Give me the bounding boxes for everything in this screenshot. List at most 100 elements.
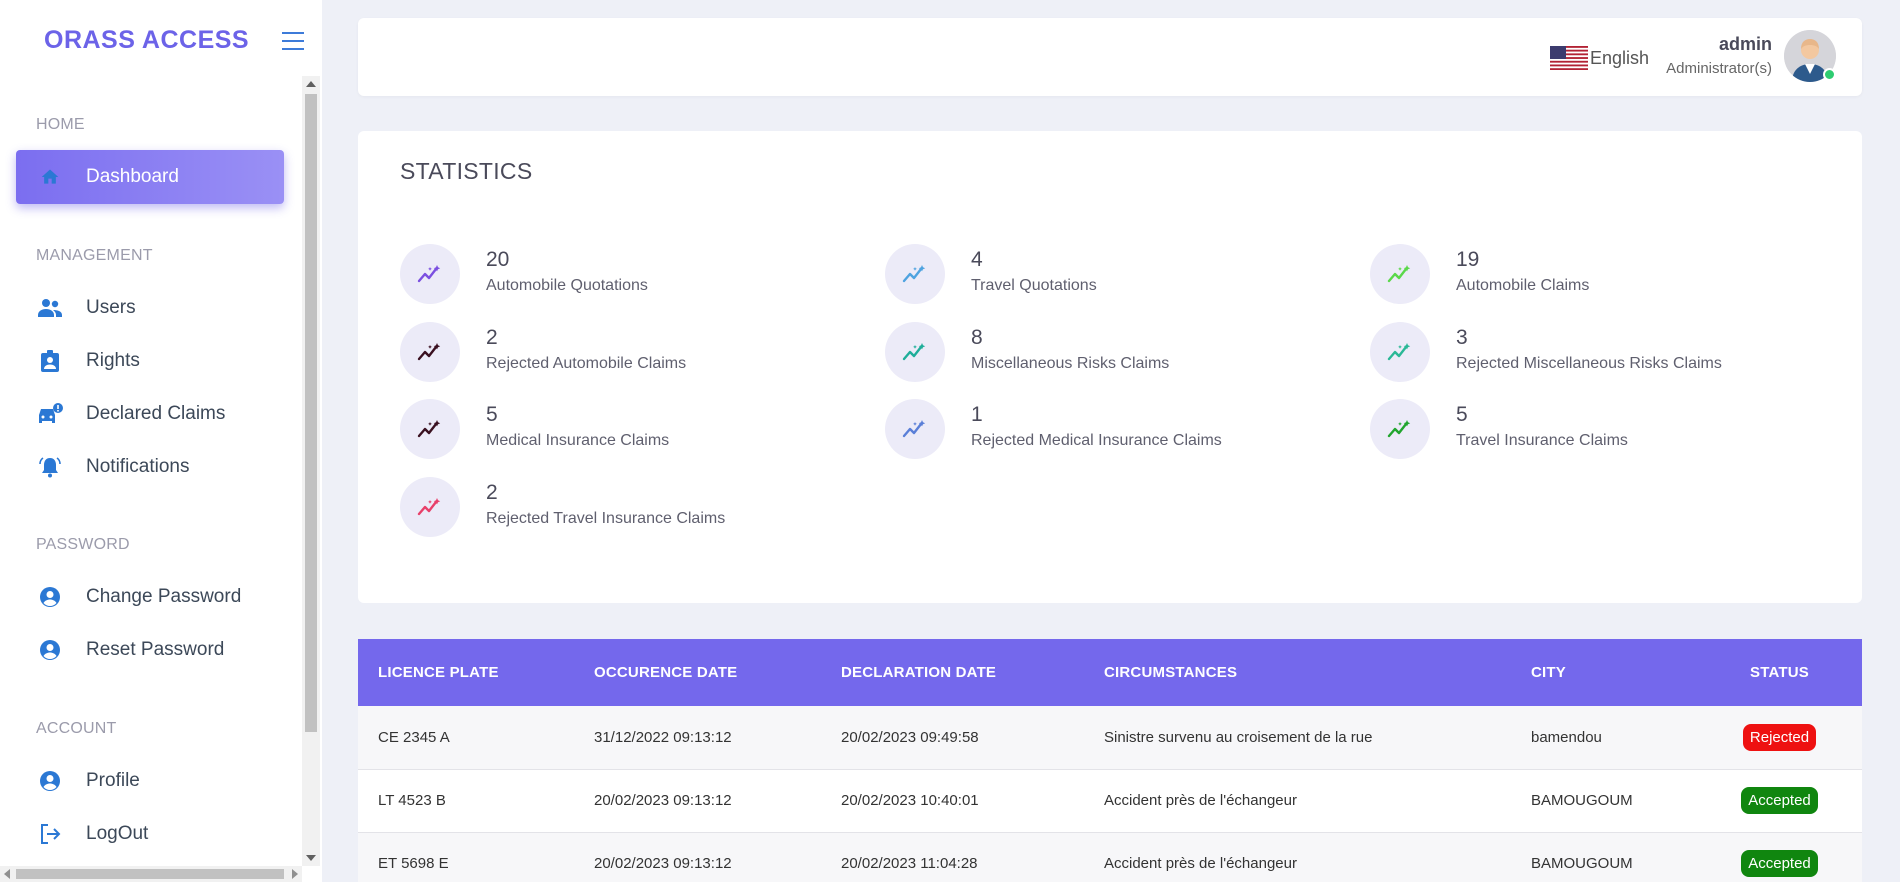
stat-label: Miscellaneous Risks Claims <box>971 355 1170 372</box>
sidebar-item-declared-claims[interactable]: Declared Claims <box>16 387 284 441</box>
bell-icon <box>36 453 64 481</box>
cell-city: BAMOUGOUM <box>1531 855 1633 872</box>
stat-value: 5 <box>1456 403 1468 426</box>
account-circle-icon <box>36 583 64 611</box>
sidebar-horizontal-scrollbar[interactable] <box>0 866 302 882</box>
sidebar-item-label: Profile <box>86 770 140 791</box>
column-header-occurence-date[interactable]: OCCURENCE DATE <box>574 639 821 706</box>
sidebar-item-label: Users <box>86 297 136 318</box>
stat-item: 3 Rejected Miscellaneous Risks Claims <box>1328 322 1748 384</box>
table-row[interactable]: ET 5698 E 20/02/2023 09:13:12 20/02/2023 1… <box>358 832 1862 882</box>
scroll-right-icon[interactable] <box>292 869 298 879</box>
cell-status: Accepted <box>1697 769 1862 832</box>
account-circle-icon <box>36 636 64 664</box>
trending-up-icon <box>1370 399 1430 459</box>
sidebar-item-change-password[interactable]: Change Password <box>16 570 284 624</box>
sidebar-item-logout[interactable]: LogOut <box>16 807 284 861</box>
trending-up-icon <box>885 244 945 304</box>
language-selector[interactable]: English <box>1550 46 1649 70</box>
cell-status: Rejected <box>1697 706 1862 769</box>
statistics-card: STATISTICS 20 Automobile Quotations 4 Trave… <box>358 131 1862 603</box>
status-badge[interactable]: Accepted <box>1741 787 1818 814</box>
stat-item: 2 Rejected Travel Insurance Claims <box>358 477 778 539</box>
car-alert-icon <box>36 400 64 428</box>
sidebar-item-label: Rights <box>86 350 140 371</box>
cell-status: Accepted <box>1697 832 1862 882</box>
scroll-up-icon[interactable] <box>306 81 316 87</box>
sidebar-item-reset-password[interactable]: Reset Password <box>16 623 284 677</box>
sidebar-vertical-scrollbar[interactable] <box>302 76 320 866</box>
scrollbar-thumb[interactable] <box>305 94 317 732</box>
statistics-title: STATISTICS <box>400 158 533 184</box>
sidebar-item-label: Reset Password <box>86 639 225 660</box>
stat-label: Rejected Travel Insurance Claims <box>486 510 726 527</box>
column-header-licence-plate[interactable]: LICENCE PLATE <box>358 639 574 706</box>
column-header-circumstances[interactable]: CIRCUMSTANCES <box>1084 639 1511 706</box>
stat-item: 1 Rejected Medical Insurance Claims <box>843 399 1263 461</box>
cell-licence-plate: ET 5698 E <box>378 855 449 872</box>
sidebar-item-label: Dashboard <box>86 166 179 187</box>
stat-value: 1 <box>971 403 983 426</box>
trending-up-icon <box>400 244 460 304</box>
cell-declaration-date: 20/02/2023 09:49:58 <box>841 728 979 746</box>
column-header-declaration-date[interactable]: DECLARATION DATE <box>821 639 1084 706</box>
section-title-home: HOME <box>36 116 85 133</box>
cell-circumstances: Accident près de l'échangeur <box>1104 855 1297 872</box>
stat-value: 8 <box>971 326 983 349</box>
stat-value: 5 <box>486 403 498 426</box>
column-header-city[interactable]: CITY <box>1511 639 1697 706</box>
brand-logo[interactable]: ORASS ACCESS <box>44 26 249 55</box>
cell-circumstances: Accident près de l'échangeur <box>1104 792 1297 809</box>
stat-value: 20 <box>486 248 510 271</box>
scrollbar-thumb[interactable] <box>16 869 284 879</box>
sidebar-item-dashboard[interactable]: Dashboard <box>16 150 284 204</box>
section-title-password: PASSWORD <box>36 536 130 553</box>
trending-up-icon <box>400 322 460 382</box>
logout-icon <box>36 820 64 848</box>
stat-item: 5 Travel Insurance Claims <box>1328 399 1748 461</box>
sidebar-item-label: Declared Claims <box>86 403 226 424</box>
online-status-dot <box>1823 68 1836 81</box>
language-label: English <box>1590 47 1650 68</box>
stat-value: 2 <box>486 481 498 504</box>
section-title-account: ACCOUNT <box>36 720 117 737</box>
home-icon <box>36 163 64 191</box>
sidebar-item-users[interactable]: Users <box>16 281 284 335</box>
scroll-left-icon[interactable] <box>4 869 10 879</box>
menu-toggle-icon[interactable] <box>282 32 304 52</box>
cell-circumstances: Sinistre survenu au croisement de la rue <box>1104 728 1373 746</box>
cell-occurence-date: 20/02/2023 09:13:12 <box>594 855 732 872</box>
trending-up-icon <box>885 322 945 382</box>
stat-label: Automobile Quotations <box>486 277 648 294</box>
trending-up-icon <box>400 399 460 459</box>
column-header-status[interactable]: STATUS <box>1697 639 1862 706</box>
stat-label: Rejected Miscellaneous Risks Claims <box>1456 355 1722 372</box>
trending-up-icon <box>1370 244 1430 304</box>
stat-value: 19 <box>1456 248 1480 271</box>
sidebar-item-profile[interactable]: Profile <box>16 754 284 808</box>
stat-item: 8 Miscellaneous Risks Claims <box>843 322 1263 384</box>
sidebar-item-label: Notifications <box>86 456 190 477</box>
sidebar-item-label: LogOut <box>86 823 149 844</box>
sidebar-item-label: Change Password <box>86 586 242 607</box>
status-badge[interactable]: Rejected <box>1742 723 1817 751</box>
id-badge-icon <box>36 347 64 375</box>
stat-value: 2 <box>486 326 498 349</box>
status-badge[interactable]: Accepted <box>1741 850 1818 877</box>
cell-declaration-date: 20/02/2023 11:04:28 <box>841 855 978 872</box>
table-row[interactable]: LT 4523 B 20/02/2023 09:13:12 20/02/2023 1… <box>358 769 1862 832</box>
account-circle-icon <box>36 767 64 795</box>
sidebar-item-rights[interactable]: Rights <box>16 334 284 388</box>
stat-item: 19 Automobile Claims <box>1328 244 1748 306</box>
stat-label: Travel Quotations <box>971 277 1097 294</box>
scroll-down-icon[interactable] <box>306 855 316 861</box>
stat-item: 20 Automobile Quotations <box>358 244 778 306</box>
cell-licence-plate: LT 4523 B <box>378 792 446 809</box>
table-row[interactable]: CE 2345 A 31/12/2022 09:13:12 20/02/2023 0… <box>358 706 1862 769</box>
sidebar-item-notifications[interactable]: Notifications <box>16 440 284 494</box>
cell-city: bamendou <box>1531 728 1602 746</box>
cell-licence-plate: CE 2345 A <box>378 728 450 746</box>
stat-item: 4 Travel Quotations <box>843 244 1263 306</box>
sidebar: ORASS ACCESS HOME Dashboard MANAGEMENT U… <box>0 0 322 882</box>
cell-occurence-date: 20/02/2023 09:13:12 <box>594 792 732 809</box>
